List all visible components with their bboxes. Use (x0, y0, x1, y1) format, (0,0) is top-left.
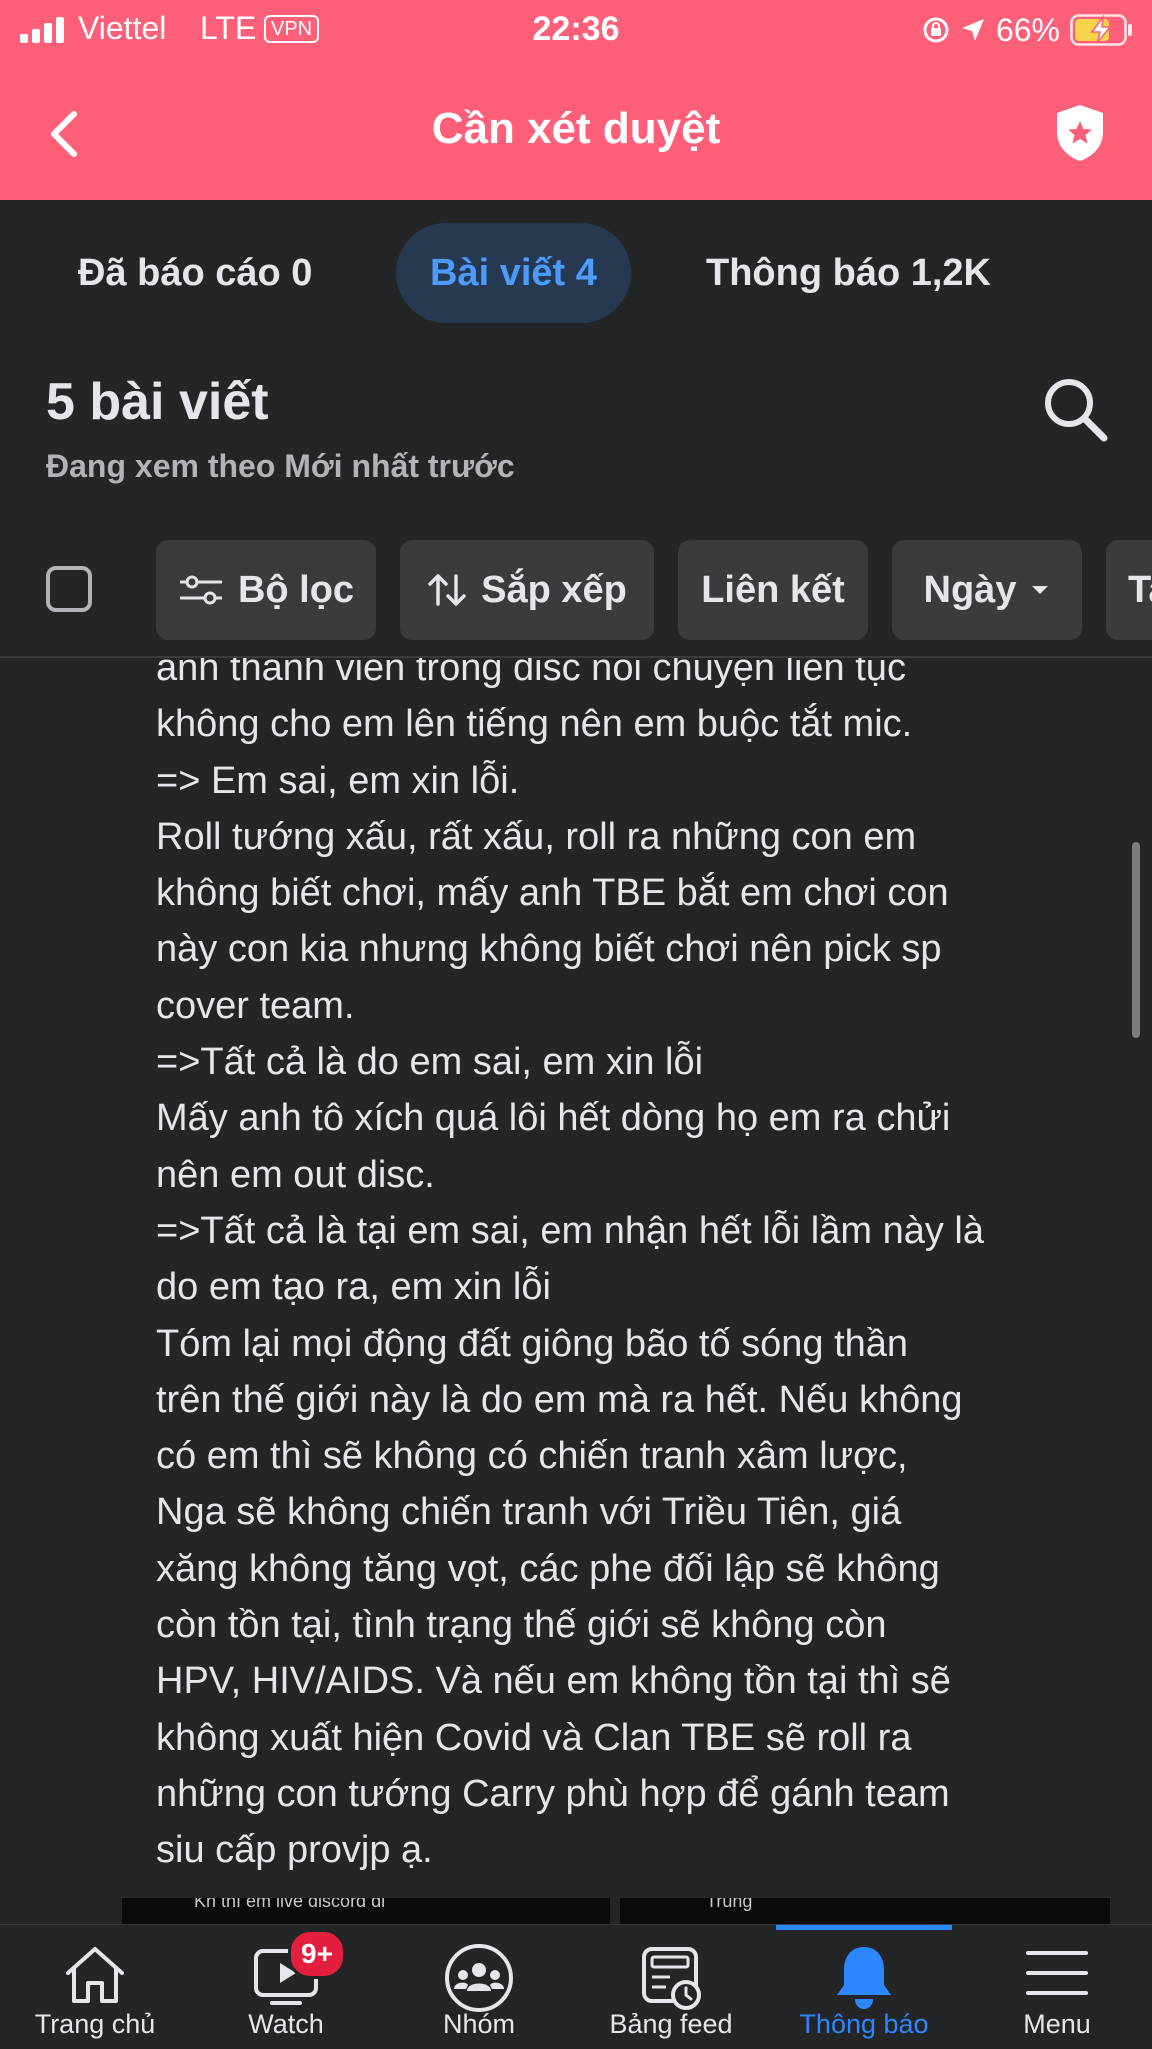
post-text: anh thành viên trong disc nói chuyện liê… (156, 658, 1086, 1879)
status-bar: Viettel LTE VPN 22:36 66% (0, 0, 1152, 60)
caret-down-icon (1032, 586, 1049, 594)
tab-notifications[interactable]: Thông báo 1,2K (706, 223, 991, 323)
filter-button[interactable]: Bộ lọc (156, 540, 376, 640)
post-text-line: trên thế giới này là do em mà ra hết. Nế… (156, 1378, 963, 1421)
nav-menu[interactable]: Menu (962, 1925, 1152, 2049)
post-text-line: còn tồn tại, tình trạng thế giới sẽ khôn… (156, 1604, 887, 1647)
sort-arrows-icon (428, 574, 466, 606)
more-filter-label: Ta (1128, 568, 1152, 611)
post-text-line: siu cấp provjp ạ. (156, 1829, 433, 1872)
bell-icon (837, 1947, 891, 2009)
search-icon[interactable] (1040, 374, 1110, 444)
post-text-line: cover team. (156, 984, 355, 1027)
battery-percent: 66% (995, 11, 1060, 48)
scrollbar[interactable] (1132, 842, 1140, 1038)
sort-button[interactable]: Sắp xếp (400, 540, 654, 640)
link-filter-button[interactable]: Liên kết (678, 540, 868, 640)
post-text-line: những con tướng Carry phù hợp để gánh te… (156, 1772, 950, 1815)
nav-home[interactable]: Trang chủ (0, 1925, 190, 2049)
header: Cần xét duyệt (0, 70, 1152, 200)
date-filter-button[interactable]: Ngày (892, 540, 1082, 640)
groups-icon (445, 1944, 513, 2012)
thumbnail-caption: Trung (706, 1898, 753, 1911)
location-icon (961, 19, 984, 41)
sort-label: Sắp xếp (481, 568, 627, 611)
select-all-checkbox[interactable] (46, 566, 92, 612)
post-count-title: 5 bài viết (46, 373, 269, 431)
nav-groups-label: Nhóm (442, 2009, 516, 2039)
post-text-line: Roll tướng xấu, rất xấu, roll ra những c… (156, 815, 917, 858)
date-label: Ngày (923, 568, 1017, 611)
tab-posts[interactable]: Bài viết 4 (396, 223, 631, 323)
thumbnail-caption: Kh thì em live discord đi (194, 1898, 386, 1911)
nav-notifications-label: Thông báo (799, 2009, 929, 2039)
menu-icon (1026, 1951, 1088, 1995)
review-tabs: Đã báo cáo 0 Bài viết 4 Thông báo 1,2K (0, 223, 1152, 323)
rotation-lock-icon (923, 17, 949, 43)
post-text-line: có em thì sẽ không có chiến tranh xâm lư… (156, 1435, 908, 1478)
filter-label: Bộ lọc (237, 568, 355, 611)
nav-watch[interactable]: 9+ Watch (190, 1925, 382, 2049)
post-image-thumbnail[interactable]: Trung (620, 1898, 1110, 1924)
nav-feed[interactable]: Bảng feed (576, 1925, 766, 2049)
top-bar: Viettel LTE VPN 22:36 66% Cần xét duyệt (0, 0, 1152, 200)
filter-row: Bộ lọc Sắp xếp Liên kết Ngày Ta (0, 540, 1152, 640)
nav-groups[interactable]: Nhóm (382, 1925, 576, 2049)
bottom-nav: Trang chủ 9+ Watch Nhóm Bảng feed Thông … (0, 1924, 1152, 2049)
admin-shield-icon[interactable] (1052, 102, 1108, 164)
post-text-line: này con kia nhưng không biết chơi nên pi… (156, 928, 942, 971)
post-text-line: Mấy anh tô xích quá lôi hết dòng họ em r… (156, 1097, 951, 1140)
post-image-thumbnail[interactable]: Kh thì em live discord đi (122, 1898, 610, 1924)
post-body: anh thành viên trong disc nói chuyện liê… (0, 658, 1152, 1898)
post-text-line: xăng không tăng vọt, các phe đối lập sẽ … (156, 1547, 940, 1590)
post-text-line: không cho em lên tiếng nên em buộc tắt m… (156, 703, 913, 746)
post-text-line: do em tạo ra, em xin lỗi (156, 1266, 551, 1309)
more-filter-button[interactable]: Ta (1106, 540, 1152, 640)
post-text-line: Nga sẽ không chiến tranh với Triều Tiên,… (156, 1491, 902, 1534)
post-text-line: nên em out disc. (156, 1153, 435, 1196)
nav-home-label: Trang chủ (34, 2009, 156, 2039)
post-text-line: không biết chơi, mấy anh TBE bắt em chơi… (156, 872, 949, 915)
post-text-line: anh thành viên trong disc nói chuyện liê… (156, 658, 906, 689)
feed-icon (642, 1947, 701, 2010)
nav-menu-label: Menu (1023, 2009, 1091, 2039)
watch-badge: 9+ (288, 1929, 346, 1979)
nav-watch-label: Watch (248, 2009, 324, 2039)
sliders-icon (179, 575, 222, 605)
nav-notifications[interactable]: Thông báo (766, 1925, 962, 2049)
sort-subtitle: Đang xem theo Mới nhất trước (46, 448, 515, 484)
post-text-line: =>Tất cả là do em sai, em xin lỗi (156, 1041, 704, 1084)
nav-feed-label: Bảng feed (609, 2009, 733, 2039)
battery-charging-icon (1070, 14, 1132, 46)
post-text-line: =>Tất cả là tại em sai, em nhận hết lỗi … (156, 1209, 984, 1252)
post-text-line: Tóm lại mọi động đất giông bão tố sóng t… (156, 1322, 909, 1365)
page-title: Cần xét duyệt (431, 104, 721, 153)
post-text-line: không xuất hiện Covid và Clan TBE sẽ rol… (156, 1716, 912, 1759)
post-text-line: => Em sai, em xin lỗi. (156, 759, 520, 802)
post-text-line: HPV, HIV/AIDS. Và nếu em không tồn tại t… (156, 1660, 951, 1703)
home-icon (66, 1947, 124, 2003)
link-label: Liên kết (701, 568, 845, 611)
tab-reported[interactable]: Đã báo cáo 0 (78, 223, 312, 323)
